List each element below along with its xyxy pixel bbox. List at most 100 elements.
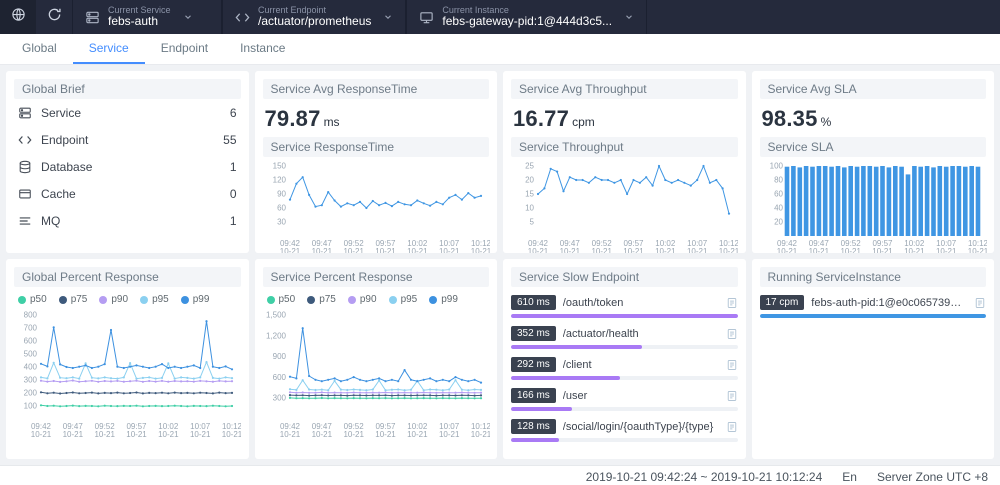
legend-dot bbox=[180, 295, 189, 304]
svg-text:10-21: 10-21 bbox=[343, 247, 364, 253]
detail-icon[interactable] bbox=[974, 297, 986, 309]
svg-text:700: 700 bbox=[24, 324, 38, 333]
legend-item-p99[interactable]: p99 bbox=[180, 294, 209, 305]
svg-text:10: 10 bbox=[525, 204, 534, 213]
svg-text:900: 900 bbox=[272, 352, 286, 361]
code-icon bbox=[235, 10, 250, 25]
tab-endpoint[interactable]: Endpoint bbox=[145, 34, 224, 64]
legend-item-p90[interactable]: p90 bbox=[347, 294, 377, 305]
topbar: Current Service febs-auth Current Endpoi… bbox=[0, 0, 1000, 34]
database-icon bbox=[18, 160, 32, 174]
legend-item-p99[interactable]: p99 bbox=[429, 294, 458, 305]
global-percent-card: Global Percent Response p50 p75 p90 p95 … bbox=[6, 259, 249, 459]
metric-badge: 610 ms bbox=[511, 295, 556, 310]
svg-text:10-21: 10-21 bbox=[94, 430, 115, 438]
globe-button[interactable] bbox=[0, 0, 36, 34]
svg-text:10-21: 10-21 bbox=[904, 247, 925, 253]
svg-text:10-21: 10-21 bbox=[279, 430, 300, 438]
endpoint-name[interactable]: /user bbox=[563, 390, 719, 402]
language-switcher[interactable]: En bbox=[842, 470, 857, 484]
legend-item-p75[interactable]: p75 bbox=[58, 294, 87, 305]
brief-label: Cache bbox=[41, 187, 76, 201]
tab-service[interactable]: Service bbox=[72, 34, 145, 64]
service-percent-card: Service Percent Response p50 p75 p90 p95… bbox=[254, 259, 497, 459]
tab-global[interactable]: Global bbox=[6, 34, 73, 64]
endpoint-name[interactable]: /actuator/health bbox=[563, 328, 719, 340]
svg-text:10-21: 10-21 bbox=[776, 247, 797, 253]
svg-text:10-21: 10-21 bbox=[470, 247, 489, 253]
metric-badge: 17 cpm bbox=[759, 295, 805, 310]
current-service-selector[interactable]: Current Service febs-auth bbox=[72, 0, 222, 34]
svg-text:10-21: 10-21 bbox=[470, 430, 489, 438]
svg-text:400: 400 bbox=[24, 363, 38, 372]
instance-name[interactable]: febs-auth-pid:1@e0c065739601 bbox=[811, 297, 967, 309]
endpoint-name[interactable]: /client bbox=[563, 359, 719, 371]
svg-text:10-21: 10-21 bbox=[808, 247, 829, 253]
chevron-down-icon bbox=[183, 12, 193, 22]
endpoint-name[interactable]: /oauth/token bbox=[563, 297, 719, 309]
svg-text:10-21: 10-21 bbox=[375, 430, 396, 438]
detail-icon[interactable] bbox=[726, 421, 738, 433]
brief-value: 55 bbox=[223, 133, 237, 147]
legend-dot bbox=[307, 295, 316, 304]
global-brief-card: Global Brief Service 6 Endpoint 55 Datab… bbox=[6, 71, 249, 253]
progress-bar bbox=[511, 314, 738, 318]
svg-text:800: 800 bbox=[24, 311, 38, 320]
legend-item-p50[interactable]: p50 bbox=[266, 294, 295, 305]
svg-text:15: 15 bbox=[525, 190, 534, 199]
list-item: Database 1 bbox=[14, 153, 241, 180]
panel-title: Service Throughput bbox=[511, 137, 738, 157]
svg-text:100: 100 bbox=[769, 162, 783, 171]
list-item: 128 ms /social/login/{oauthType}/{type} bbox=[511, 419, 738, 442]
endpoint-name[interactable]: /social/login/{oauthType}/{type} bbox=[563, 421, 719, 433]
server-zone[interactable]: Server Zone UTC +8 bbox=[877, 470, 988, 484]
svg-text:10-21: 10-21 bbox=[126, 430, 147, 438]
legend-item-p95[interactable]: p95 bbox=[388, 294, 417, 305]
legend-item-p50[interactable]: p50 bbox=[18, 294, 47, 305]
svg-text:1,200: 1,200 bbox=[265, 331, 286, 340]
dashboard-content: Global Brief Service 6 Endpoint 55 Datab… bbox=[0, 65, 1000, 465]
detail-icon[interactable] bbox=[726, 328, 738, 340]
service-percent-chart: 300 600 900 1,200 1,500 09:42 10-21 09:47 10-21 0… bbox=[263, 310, 491, 443]
svg-text:300: 300 bbox=[272, 394, 286, 403]
legend-item-p90[interactable]: p90 bbox=[99, 294, 128, 305]
detail-icon[interactable] bbox=[726, 359, 738, 371]
svg-text:10-21: 10-21 bbox=[158, 430, 179, 438]
panel-title: Service Avg Throughput bbox=[511, 79, 738, 99]
svg-text:10-21: 10-21 bbox=[31, 430, 52, 438]
progress-bar bbox=[511, 345, 643, 349]
legend-item-p95[interactable]: p95 bbox=[140, 294, 169, 305]
svg-text:90: 90 bbox=[277, 190, 286, 199]
selector-value: /actuator/prometheus bbox=[258, 14, 372, 29]
list-item: Endpoint 55 bbox=[14, 126, 241, 153]
svg-text:200: 200 bbox=[24, 389, 38, 398]
brief-label: MQ bbox=[41, 214, 61, 228]
detail-icon[interactable] bbox=[726, 297, 738, 309]
panel-title: Service SLA bbox=[759, 137, 986, 157]
panel-title: Running ServiceInstance bbox=[759, 267, 986, 287]
svg-text:10-21: 10-21 bbox=[623, 247, 644, 253]
svg-text:10-21: 10-21 bbox=[438, 247, 459, 253]
svg-text:80: 80 bbox=[774, 176, 783, 185]
detail-icon[interactable] bbox=[726, 390, 738, 402]
progress-bar bbox=[511, 376, 620, 380]
svg-text:10-21: 10-21 bbox=[719, 247, 738, 253]
list-item: Service 6 bbox=[14, 99, 241, 126]
legend-item-p75[interactable]: p75 bbox=[307, 294, 336, 305]
time-range[interactable]: 2019-10-21 09:42:24 ~ 2019-10-21 10:12:2… bbox=[586, 470, 823, 484]
current-instance-selector[interactable]: Current Instance febs-gateway-pid:1@444d… bbox=[406, 0, 648, 34]
refresh-button[interactable] bbox=[36, 0, 72, 34]
metric-badge: 292 ms bbox=[511, 357, 556, 372]
current-endpoint-selector[interactable]: Current Endpoint /actuator/prometheus bbox=[222, 0, 407, 34]
svg-text:600: 600 bbox=[24, 337, 38, 346]
chart-legend: p50 p75 p90 p95 p99 bbox=[14, 287, 241, 306]
tab-instance[interactable]: Instance bbox=[224, 34, 301, 64]
avg-sla-value: 98.35 % bbox=[761, 106, 832, 131]
legend-dot bbox=[99, 295, 108, 304]
svg-text:10-21: 10-21 bbox=[528, 247, 549, 253]
svg-text:600: 600 bbox=[272, 373, 286, 382]
svg-text:10-21: 10-21 bbox=[967, 247, 986, 253]
svg-text:5: 5 bbox=[530, 218, 535, 227]
svg-text:10-21: 10-21 bbox=[63, 430, 84, 438]
svg-text:10-21: 10-21 bbox=[190, 430, 211, 438]
